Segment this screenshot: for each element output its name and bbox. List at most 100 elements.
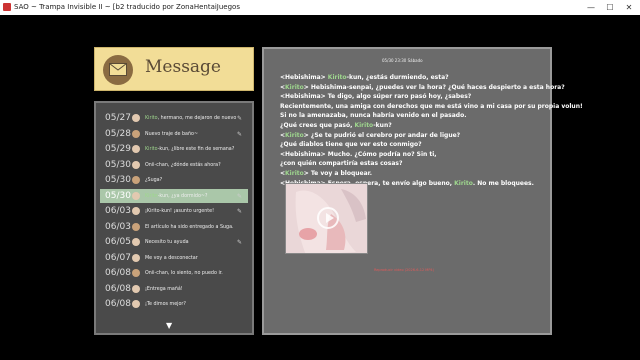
avatar bbox=[132, 238, 140, 246]
message-line: <Hebishima> Te digo, algo súper raro pas… bbox=[280, 92, 548, 102]
list-item[interactable]: 06/05 Necesito tu ayuda ✎ bbox=[100, 235, 248, 249]
list-item-snippet: ¡Te dimos mejor? bbox=[145, 302, 186, 307]
list-item-snippet: Me voy a desconectar bbox=[145, 256, 198, 261]
line-name: Kirito bbox=[285, 131, 304, 139]
list-item[interactable]: 05/30 Onii-chan, ¿dónde estás ahora? bbox=[100, 158, 248, 172]
line-text: ¿con quién compartiría estas cosas? bbox=[280, 160, 403, 168]
list-item-text: Me voy a desconectar bbox=[145, 255, 198, 261]
attachment-caption[interactable]: Reproducir video (2026-6-12 MP4) bbox=[374, 268, 434, 272]
list-item-text: ¡Kirito-kun! ¡asunto urgente! bbox=[145, 209, 215, 214]
message-line: Si no la amenazaba, nunca habría venido … bbox=[280, 111, 548, 121]
list-item-text: Onii-chan, ¿dónde estás ahora? bbox=[145, 162, 221, 168]
avatar bbox=[132, 207, 140, 215]
list-item-snippet: Onii-chan, ¿dónde estás ahora? bbox=[145, 163, 221, 168]
line-name: Kirito bbox=[285, 83, 304, 91]
list-item-date: 05/27 bbox=[105, 113, 131, 123]
list-item[interactable]: 05/28 Nuevo traje de baño~ ✎ bbox=[100, 127, 248, 141]
message-line: <Kirito> ¿Se te pudrió el cerebro por an… bbox=[280, 131, 548, 141]
avatar bbox=[132, 269, 140, 277]
message-line: ¿Qué crees que pasó, Kirito-kun? bbox=[280, 121, 548, 131]
message-line: ¿Qué diablos tiene que ver esto conmigo? bbox=[280, 140, 548, 150]
video-thumbnail[interactable] bbox=[285, 183, 368, 254]
list-item-snippet: Kirito-kun, ¿ya dormido~? bbox=[145, 194, 207, 199]
list-item[interactable]: 05/29 Kirito-kun, ¿libre este fin de sema… bbox=[100, 142, 248, 156]
line-text: > Te voy a bloquear. bbox=[303, 169, 373, 177]
list-item-text: ¡Te dimos mejor? bbox=[145, 302, 186, 307]
line-text: <Hebishima> bbox=[280, 74, 328, 81]
attachment-icon: ✎ bbox=[237, 192, 243, 200]
scroll-down-arrow[interactable]: ▼ bbox=[166, 321, 172, 330]
list-item-date: 06/03 bbox=[105, 221, 131, 232]
list-item-text: El artículo ha sido entregado a Suga. bbox=[145, 224, 234, 230]
attachment-icon: ✎ bbox=[237, 239, 243, 246]
list-item-text: -kun, ¿libre este fin de semana? bbox=[157, 147, 235, 152]
window-title: SAO ~ Trampa Invisible II ~ [b2 traducid… bbox=[14, 3, 240, 11]
message-line: <Kirito> Hebishima-senpai, ¿puedes ver l… bbox=[280, 83, 565, 93]
avatar bbox=[132, 191, 140, 200]
list-item-snippet: Nuevo traje de baño~ bbox=[145, 132, 198, 137]
message-line: <Kirito> Te voy a bloquear. bbox=[280, 169, 548, 179]
list-item-date: 05/30 bbox=[105, 159, 131, 170]
attachment-icon: ✎ bbox=[237, 208, 243, 215]
list-item-text: Necesito tu ayuda bbox=[145, 240, 189, 245]
line-text: ¿Qué diablos tiene que ver esto conmigo? bbox=[280, 141, 422, 149]
line-text: <Hebishima> Te digo, algo súper raro pas… bbox=[280, 93, 472, 101]
line-text: -kun, ¿estás durmiendo, esta? bbox=[346, 74, 449, 81]
list-item-snippet: El artículo ha sido entregado a Suga. bbox=[145, 225, 234, 230]
window-titlebar: SAO ~ Trampa Invisible II ~ [b2 traducid… bbox=[0, 0, 640, 15]
list-item[interactable]: 05/27 Kirito, hermano, me dejaron de nuev… bbox=[100, 111, 248, 125]
message-list: 05/27 Kirito, hermano, me dejaron de nuev… bbox=[94, 101, 254, 335]
list-item[interactable]: 06/08 ¡Te dimos mejor? bbox=[100, 297, 248, 311]
avatar bbox=[132, 145, 140, 153]
message-line: Recientemente, una amiga con derechos qu… bbox=[280, 102, 583, 112]
mail-icon bbox=[103, 55, 133, 85]
list-item-name: Kirito bbox=[145, 116, 158, 121]
message-body: <Hebishima> Kirito-kun, ¿estás durmiendo… bbox=[280, 73, 583, 188]
line-text: ¿Qué crees que pasó, bbox=[280, 121, 355, 129]
avatar bbox=[132, 129, 140, 138]
list-item-text: -kun, ¿ya dormido~? bbox=[157, 193, 208, 199]
list-item-name: Kirito bbox=[145, 147, 158, 152]
message-line: <Hebishima> Kirito-kun, ¿estás durmiendo… bbox=[280, 73, 548, 83]
avatar bbox=[132, 284, 140, 293]
list-item[interactable]: 06/08 ¡Entrega mañá! bbox=[100, 282, 248, 296]
list-item-snippet: Kirito-kun, ¿libre este fin de semana? bbox=[145, 147, 234, 152]
list-item-text: Onii-chan, lo siento, no puedo ir. bbox=[145, 271, 223, 276]
list-item-snippet: ¡Kirito-kun! ¡asunto urgente! bbox=[145, 209, 214, 214]
avatar bbox=[132, 222, 140, 231]
line-text: Si no la amenazaba, nunca habría venido … bbox=[280, 112, 467, 120]
list-item-date: 06/08 bbox=[105, 268, 131, 278]
list-item[interactable]: 06/03 ¡Kirito-kun! ¡asunto urgente! ✎ bbox=[100, 204, 248, 218]
attachment-icon: ✎ bbox=[237, 130, 243, 138]
list-item-text: ¡Entrega mañá! bbox=[145, 286, 183, 292]
avatar bbox=[132, 253, 140, 262]
list-item-date: 05/30 bbox=[105, 175, 131, 185]
list-item-date: 05/28 bbox=[105, 128, 131, 139]
line-text: > ¿Se te pudrió el cerebro por andar de … bbox=[303, 131, 461, 139]
minimize-button[interactable]: — bbox=[582, 0, 600, 15]
play-icon[interactable] bbox=[317, 207, 339, 229]
line-name: Kirito bbox=[454, 179, 473, 187]
list-item-date: 06/03 bbox=[105, 206, 131, 216]
avatar bbox=[132, 114, 140, 122]
list-item-date: 06/08 bbox=[105, 283, 131, 294]
message-timestamp: 05/30 23:30 Sábado bbox=[382, 58, 423, 63]
list-item-text: , hermano, me dejaron de nuevo bbox=[157, 116, 237, 121]
list-item-date: 06/07 bbox=[105, 252, 131, 263]
list-item[interactable]: 06/08 Onii-chan, lo siento, no puedo ir. bbox=[100, 266, 248, 280]
list-item-text: ¿Suga? bbox=[145, 178, 163, 183]
line-text: <Hebishima> Mucho. ¿Cómo podría no? Sin … bbox=[280, 150, 437, 158]
line-name: Kirito bbox=[285, 169, 304, 177]
maximize-button[interactable]: ☐ bbox=[601, 0, 619, 15]
line-text: -kun? bbox=[373, 121, 392, 129]
list-item[interactable]: 06/07 Me voy a desconectar bbox=[100, 251, 248, 265]
close-button[interactable]: ✕ bbox=[620, 0, 638, 15]
list-item[interactable]: 05/30 Kirito-kun, ¿ya dormido~? ✎ bbox=[100, 188, 248, 203]
line-name: Kirito bbox=[327, 74, 347, 81]
line-text: Recientemente, una amiga con derechos qu… bbox=[280, 102, 583, 110]
avatar bbox=[132, 160, 140, 169]
list-item-snippet: ¡Entrega mañá! bbox=[145, 287, 183, 292]
message-content-panel: 05/30 23:30 Sábado <Hebishima> Kirito-ku… bbox=[262, 47, 583, 335]
list-item[interactable]: 05/30 ¿Suga? bbox=[100, 173, 248, 187]
list-item[interactable]: 06/03 El artículo ha sido entregado a Sug… bbox=[100, 220, 248, 234]
